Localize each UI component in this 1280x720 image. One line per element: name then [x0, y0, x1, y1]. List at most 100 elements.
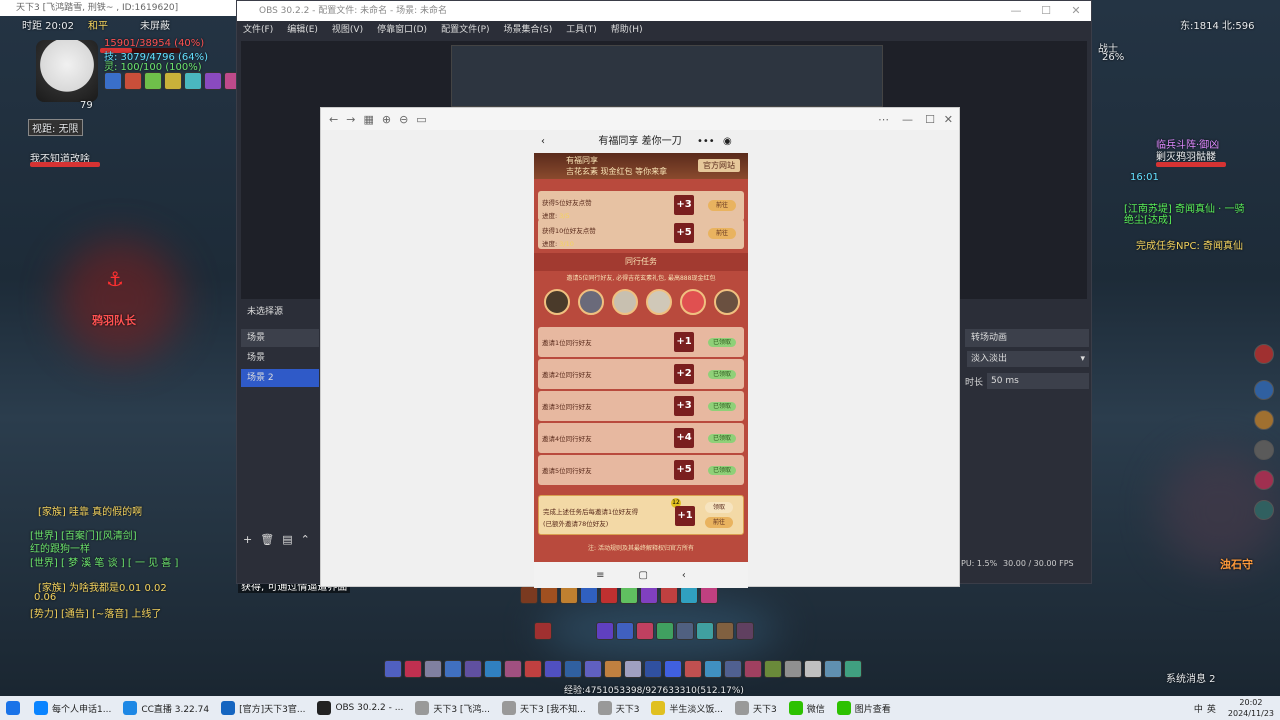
skill-icon[interactable] — [716, 622, 734, 640]
skill-icon[interactable] — [580, 586, 598, 604]
chat-text[interactable]: [ 梦 溪 笔 谈 ] [ 一 见 喜 ] — [61, 558, 178, 569]
taskbar-item[interactable]: 微信 — [783, 696, 831, 720]
skill-icon[interactable] — [560, 586, 578, 604]
skill-icon[interactable] — [824, 660, 842, 678]
view-distance[interactable]: 视距: 无限 — [28, 119, 83, 136]
skill-icon[interactable] — [640, 586, 658, 604]
menu-help[interactable]: 帮助(H) — [611, 21, 643, 39]
friend-avatar[interactable] — [612, 289, 638, 315]
skill-icon[interactable] — [564, 660, 582, 678]
quest-line3[interactable]: 完成任务NPC: 奇闻真仙 — [1136, 237, 1243, 252]
menu-icon[interactable] — [1254, 410, 1274, 430]
skill-icon[interactable] — [676, 622, 694, 640]
skill-icon[interactable] — [464, 660, 482, 678]
minimize-icon[interactable]: — — [902, 113, 913, 126]
skill-icon[interactable] — [424, 660, 442, 678]
zoom-out-icon[interactable]: ⊖ — [399, 113, 408, 126]
menu-icon[interactable] — [1254, 500, 1274, 520]
maximize-icon[interactable]: ☐ — [925, 113, 935, 126]
taskbar-item[interactable]: 天下3 [我不知... — [496, 696, 592, 720]
menu-icon[interactable] — [1254, 344, 1274, 364]
go-button[interactable]: 前往 — [708, 228, 736, 239]
skill-icon[interactable] — [696, 622, 714, 640]
menu-edit[interactable]: 编辑(E) — [287, 21, 318, 39]
minimize-icon[interactable]: — — [1001, 1, 1031, 21]
skill-icon[interactable] — [844, 660, 862, 678]
phone-screen[interactable]: 有福同享 吉花玄素 现金红包 等你来拿 官方网站 获得5位好友点赞 进度: 3/… — [534, 153, 748, 588]
ime-indicator[interactable]: 中英 — [1188, 696, 1222, 720]
skill-icon[interactable] — [384, 660, 402, 678]
chevron-up-icon[interactable]: ⌃ — [301, 533, 310, 547]
taskbar-item[interactable]: 天下3 — [592, 696, 646, 720]
maximize-icon[interactable]: ☐ — [1031, 1, 1061, 21]
go-button[interactable]: 前往 — [705, 517, 733, 528]
friend-avatar[interactable] — [646, 289, 672, 315]
back-chevron-icon[interactable]: ‹ — [541, 130, 545, 154]
player-avatar[interactable] — [36, 40, 98, 102]
forward-icon[interactable]: → — [346, 113, 355, 126]
skill-icon[interactable] — [664, 660, 682, 678]
grid-icon[interactable]: ▦ — [363, 113, 373, 126]
skill-icon[interactable] — [534, 622, 552, 640]
skill-icon[interactable] — [484, 660, 502, 678]
skill-icon[interactable] — [684, 660, 702, 678]
menu-file[interactable]: 文件(F) — [243, 21, 273, 39]
close-icon[interactable]: ✕ — [944, 113, 953, 126]
peace-mode[interactable]: 和平 — [88, 17, 108, 32]
taskbar-item[interactable]: 天下3 — [729, 696, 783, 720]
taskbar-item[interactable]: [官方]天下3官... — [215, 696, 311, 720]
menu-icon[interactable] — [1254, 470, 1274, 490]
menu-tools[interactable]: 工具(T) — [566, 21, 597, 39]
menu-docks[interactable]: 停靠窗口(D) — [377, 21, 427, 39]
home-icon[interactable]: ▢ — [638, 570, 647, 581]
menu-scene-collection[interactable]: 场景集合(S) — [504, 21, 553, 39]
clock[interactable]: 20:02 2024/11/23 — [1222, 696, 1280, 720]
skill-icon[interactable] — [804, 660, 822, 678]
skill-icon[interactable] — [644, 660, 662, 678]
claimed-button[interactable]: 已领取 — [708, 466, 736, 475]
skill-icon[interactable] — [444, 660, 462, 678]
skill-icon[interactable] — [600, 586, 618, 604]
taskbar-item[interactable]: 每个人申话1... — [28, 696, 117, 720]
official-site-button[interactable]: 官方网站 — [698, 159, 740, 172]
fit-icon[interactable]: ▭ — [416, 113, 426, 126]
skill-icon[interactable] — [704, 660, 722, 678]
filter-icon[interactable]: ▤ — [282, 533, 292, 547]
skill-icon[interactable] — [520, 586, 538, 604]
taskbar-item[interactable]: 图片查看 — [831, 696, 897, 720]
transition-select[interactable]: 淡入淡出 ▾ — [967, 351, 1089, 367]
friend-avatar[interactable] — [680, 289, 706, 315]
back-icon[interactable]: ← — [329, 113, 338, 126]
menu-icon[interactable]: ≡ — [596, 570, 604, 581]
skill-icon[interactable] — [404, 660, 422, 678]
skill-icon[interactable] — [604, 660, 622, 678]
menu-icon[interactable] — [1254, 380, 1274, 400]
skill-icon[interactable] — [616, 622, 634, 640]
skill-icon[interactable] — [636, 622, 654, 640]
taskbar-item[interactable]: OBS 30.2.2 - ... — [311, 696, 409, 720]
skill-icon[interactable] — [784, 660, 802, 678]
skill-icon[interactable] — [736, 622, 754, 640]
trash-icon[interactable]: 🗑 — [260, 533, 274, 547]
claimed-button[interactable]: 已领取 — [708, 402, 736, 411]
skill-icon[interactable] — [680, 586, 698, 604]
duration-input[interactable]: 50 ms — [987, 373, 1089, 389]
claimed-button[interactable]: 已领取 — [708, 370, 736, 379]
friend-avatar[interactable] — [544, 289, 570, 315]
skill-icon[interactable] — [624, 660, 642, 678]
claim-button[interactable]: 领取 — [705, 502, 733, 513]
menu-profile[interactable]: 配置文件(P) — [441, 21, 489, 39]
friend-avatar[interactable] — [714, 289, 740, 315]
skill-icon[interactable] — [524, 660, 542, 678]
close-icon[interactable]: ✕ — [1061, 1, 1091, 21]
skill-icon[interactable] — [540, 586, 558, 604]
system-msg[interactable]: 系统消息 2 — [1166, 670, 1216, 685]
skill-icon[interactable] — [724, 660, 742, 678]
skill-icon[interactable] — [656, 622, 674, 640]
taskbar-item[interactable]: 半生淡义饭... — [645, 696, 729, 720]
more-icon[interactable]: ••• — [697, 130, 715, 154]
menu-view[interactable]: 视图(V) — [332, 21, 363, 39]
start-icon[interactable] — [0, 696, 28, 720]
taskbar-item[interactable]: CC直播 3.22.74 — [117, 696, 215, 720]
record-icon[interactable]: ◉ — [723, 130, 732, 154]
